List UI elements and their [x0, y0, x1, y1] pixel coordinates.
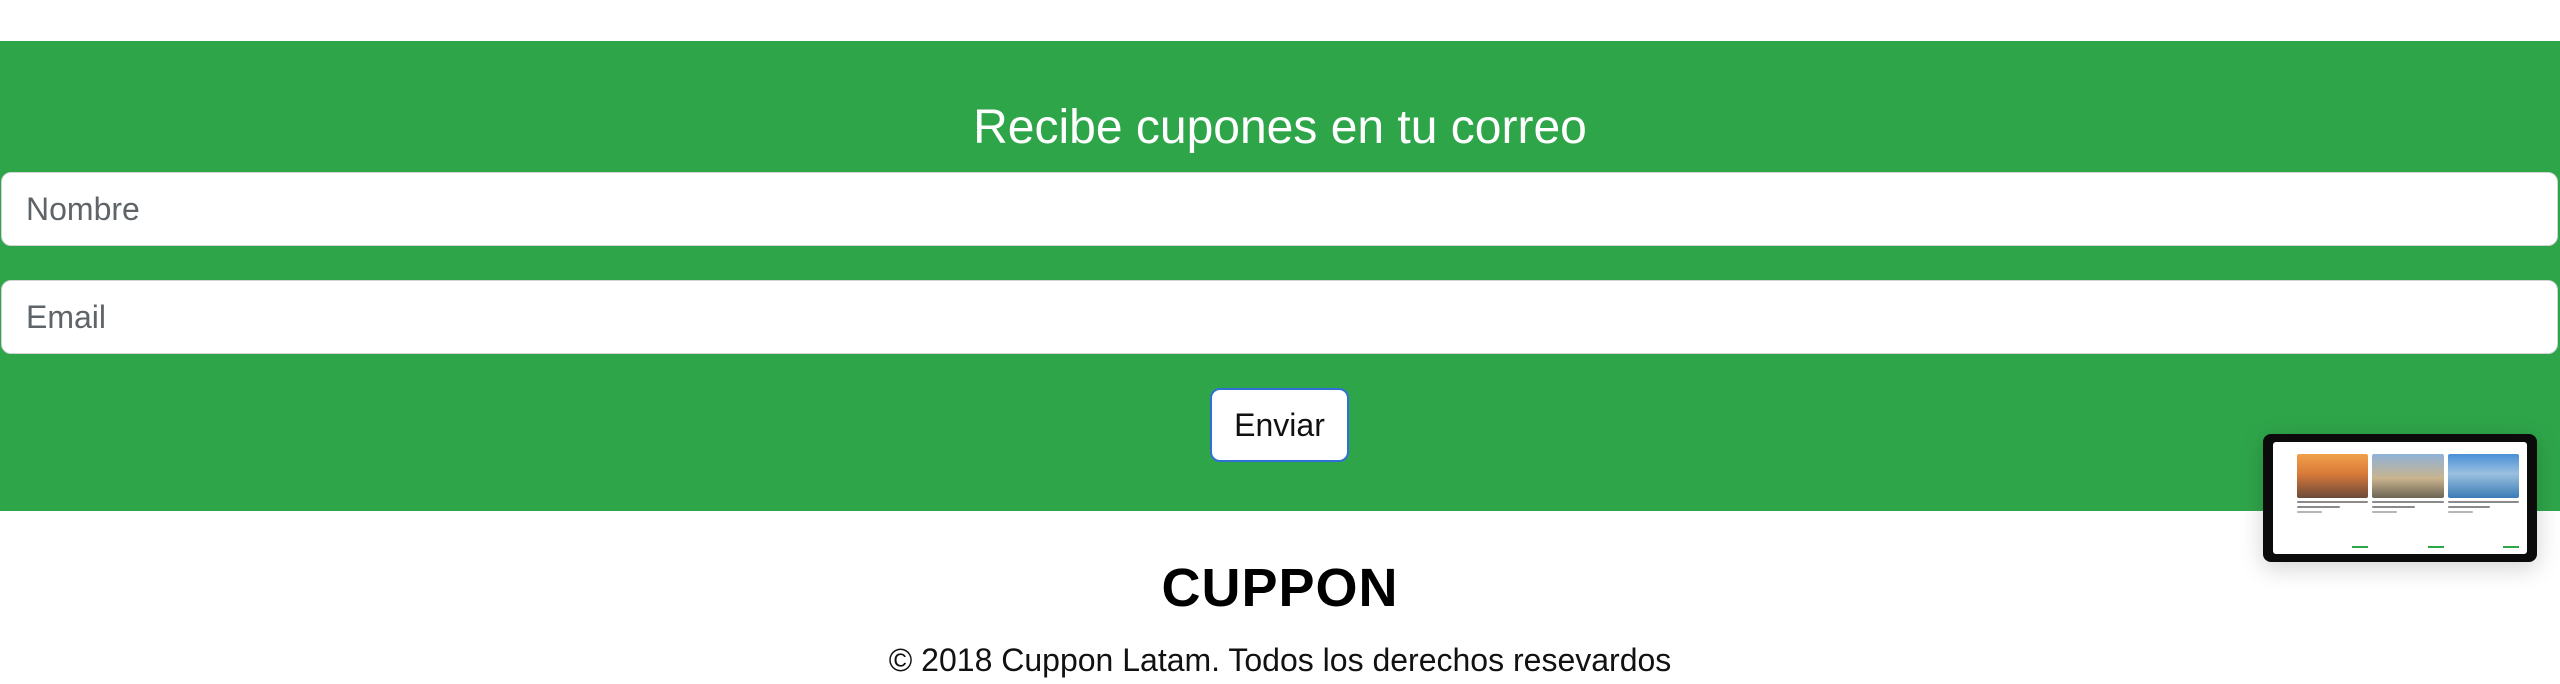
preview-card — [2297, 454, 2369, 550]
preview-card-image — [2372, 454, 2444, 498]
page-preview-thumbnail[interactable] — [2263, 434, 2537, 562]
preview-card-price — [2427, 546, 2444, 548]
preview-card-price — [2352, 546, 2369, 548]
preview-card — [2447, 454, 2519, 550]
name-field[interactable] — [1, 172, 2558, 246]
preview-card-text — [2447, 501, 2519, 503]
preview-card — [2372, 454, 2444, 550]
preview-card-text — [2297, 506, 2340, 508]
footer-copyright: © 2018 Cuppon Latam. Todos los derechos … — [888, 642, 1672, 678]
preview-screen — [2273, 442, 2527, 554]
email-field[interactable] — [1, 280, 2558, 354]
newsletter-title: Recibe cupones en tu correo — [973, 101, 1587, 154]
preview-card-text — [2372, 506, 2416, 508]
preview-card-text — [2372, 501, 2444, 503]
newsletter-section: Recibe cupones en tu correo Enviar — [0, 41, 2560, 511]
preview-card-image — [2297, 454, 2369, 498]
preview-card-text — [2372, 511, 2398, 513]
submit-button[interactable]: Enviar — [1210, 388, 1349, 462]
preview-card-text — [2297, 501, 2369, 503]
preview-card-image — [2447, 454, 2519, 498]
footer-brand: CUPPON — [1161, 558, 1399, 618]
preview-card-text — [2297, 511, 2322, 513]
preview-card-text — [2447, 511, 2473, 513]
preview-card-text — [2447, 506, 2491, 508]
preview-card-price — [2502, 546, 2519, 548]
